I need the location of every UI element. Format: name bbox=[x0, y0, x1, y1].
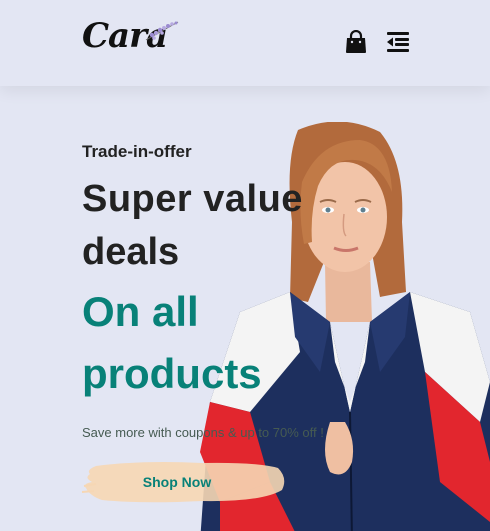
shop-now-button[interactable]: Shop Now bbox=[82, 458, 292, 506]
hero-banner: Trade-in-offer Super value deals On all … bbox=[0, 86, 490, 531]
accent-headline-line1: On all bbox=[82, 288, 199, 335]
headline-line2: deals bbox=[82, 231, 180, 273]
lavender-icon bbox=[145, 21, 179, 41]
site-header: Cara bbox=[0, 0, 490, 86]
hero-subtext: Save more with coupons & up to 70% off ! bbox=[82, 425, 324, 440]
menu-icon[interactable] bbox=[386, 31, 410, 57]
shop-now-label: Shop Now bbox=[142, 474, 212, 490]
headline-line1: Super value bbox=[82, 178, 303, 220]
brand-logo[interactable]: Cara bbox=[82, 16, 182, 64]
shopping-bag-icon[interactable] bbox=[345, 29, 367, 58]
eyebrow-text: Trade-in-offer bbox=[82, 142, 192, 161]
accent-headline-line2: products bbox=[82, 350, 262, 397]
